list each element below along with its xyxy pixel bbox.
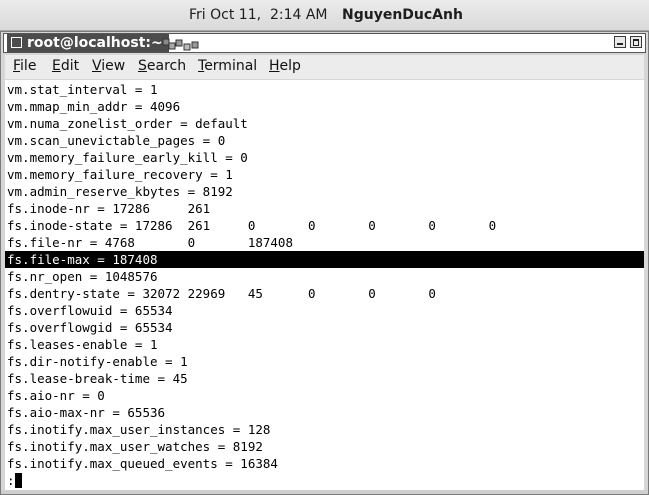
menu-search[interactable]: Search	[138, 58, 186, 74]
terminal-line: fs.nr_open = 1048576	[7, 269, 158, 284]
terminal-line: vm.admin_reserve_kbytes = 8192	[7, 184, 233, 199]
terminal-line: fs.inotify.max_user_instances = 128	[7, 422, 271, 437]
terminal-line: vm.memory_failure_early_kill = 0	[7, 150, 248, 165]
menu-file[interactable]: File	[13, 58, 36, 74]
terminal-line: vm.mmap_min_addr = 4096	[7, 99, 181, 114]
window-bottom-border	[1, 490, 648, 494]
window-menu-icon[interactable]	[11, 37, 22, 48]
terminal-line: fs.overflowuid = 65534	[7, 303, 173, 318]
terminal-output[interactable]: vm.stat_interval = 1 vm.mmap_min_addr = 4…	[5, 80, 644, 490]
terminal-line: vm.numa_zonelist_order = default	[7, 116, 248, 131]
terminal-line: vm.memory_failure_recovery = 1	[7, 167, 233, 182]
titlebar[interactable]: root@localhost:~	[3, 33, 646, 53]
terminal-line: vm.scan_unevictable_pages = 0	[7, 133, 226, 148]
terminal-line: vm.stat_interval = 1	[7, 82, 158, 97]
menu-view[interactable]: View	[92, 58, 125, 74]
menubar: File Edit View Search Terminal Help	[5, 55, 644, 79]
terminal-window: root@localhost:~ File Edit View Search T…	[0, 31, 649, 495]
text-cursor	[14, 473, 22, 488]
terminal-line: fs.aio-nr = 0	[7, 388, 105, 403]
terminal-line: fs.file-nr = 4768 0 187408	[7, 235, 293, 250]
prompt-text: :	[7, 473, 15, 488]
window-title-label: root@localhost:~	[27, 35, 163, 51]
menu-terminal[interactable]: Terminal	[198, 58, 257, 74]
username[interactable]: NguyenDucAnh	[342, 7, 463, 23]
terminal-line: fs.inode-state = 17286 261 0 0 0 0 0	[7, 218, 497, 233]
maximize-button[interactable]	[630, 36, 642, 48]
title-decoration-icon	[162, 38, 199, 51]
minimize-button[interactable]	[614, 36, 626, 48]
menu-help[interactable]: Help	[269, 58, 301, 74]
terminal-line: fs.dentry-state = 32072 22969 45 0 0 0	[7, 286, 436, 301]
terminal-line-selected: fs.file-max = 187408	[5, 251, 644, 268]
top-panel: Fri Oct 11, 2:14 AM NguyenDucAnh	[0, 0, 649, 31]
window-title: root@localhost:~	[7, 34, 169, 52]
command-prompt[interactable]: :	[7, 472, 22, 489]
terminal-line: fs.aio-max-nr = 65536	[7, 405, 166, 420]
terminal-line: fs.overflowgid = 65534	[7, 320, 173, 335]
terminal-line: fs.lease-break-time = 45	[7, 371, 188, 386]
terminal-line: fs.inode-nr = 17286 261	[7, 201, 211, 216]
terminal-line: fs.leases-enable = 1	[7, 337, 158, 352]
terminal-line: fs.inotify.max_queued_events = 16384	[7, 456, 278, 471]
clock[interactable]: Fri Oct 11, 2:14 AM	[189, 7, 328, 23]
terminal-line: fs.dir-notify-enable = 1	[7, 354, 188, 369]
terminal-line: fs.inotify.max_user_watches = 8192	[7, 439, 263, 454]
menu-edit[interactable]: Edit	[52, 58, 79, 74]
